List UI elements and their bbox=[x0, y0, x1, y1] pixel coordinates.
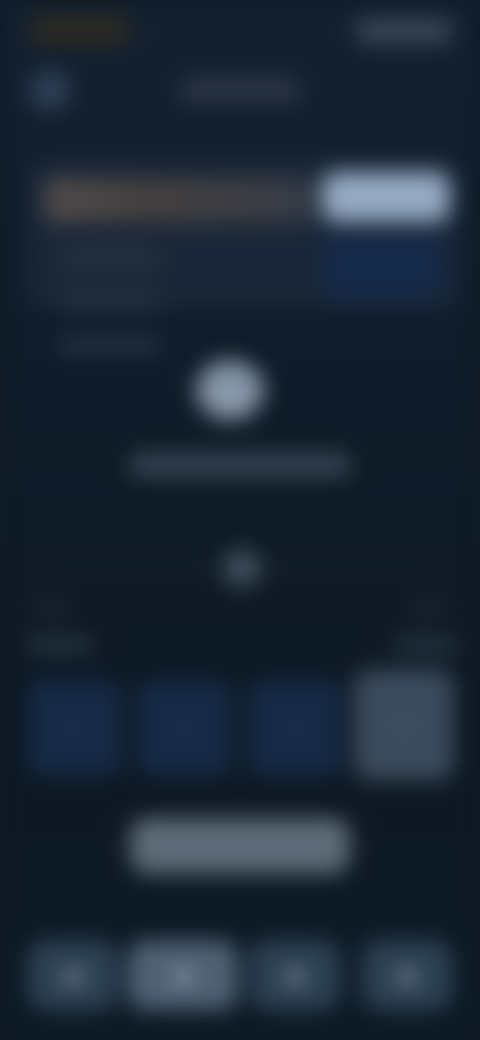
option-tile[interactable]: ◦ bbox=[138, 680, 232, 776]
slider-max-tick bbox=[410, 600, 450, 612]
header: ‹ bbox=[0, 60, 480, 120]
card-name bbox=[44, 178, 314, 222]
option-icon: ◦ bbox=[398, 713, 410, 737]
nav-item[interactable]: ▪ bbox=[250, 940, 340, 1010]
nav-icon: ▪ bbox=[66, 963, 80, 987]
nav-icon: ▪ bbox=[176, 963, 190, 987]
info-line bbox=[60, 248, 160, 266]
slider-min-tick bbox=[30, 600, 70, 612]
status-bar bbox=[0, 0, 480, 60]
option-icon: ◦ bbox=[289, 716, 301, 740]
primary-action-button[interactable] bbox=[130, 818, 350, 874]
range-label-right bbox=[394, 636, 458, 654]
option-icon: ◦ bbox=[179, 716, 191, 740]
info-line bbox=[60, 336, 160, 354]
option-tile[interactable]: ◦ bbox=[248, 680, 342, 776]
dot-icon: • bbox=[237, 558, 247, 577]
nav-item[interactable]: ▪ bbox=[362, 940, 452, 1010]
info-list bbox=[60, 248, 160, 378]
nav-item-active[interactable]: ▪ bbox=[128, 940, 238, 1010]
chevron-left-icon: ‹ bbox=[45, 77, 55, 103]
bottom-nav: ▪ ▪ ▪ ▪ bbox=[28, 940, 458, 1010]
center-caption bbox=[130, 452, 350, 478]
back-button[interactable]: ‹ bbox=[28, 68, 72, 112]
info-line bbox=[60, 292, 160, 310]
option-tile[interactable]: ◦ bbox=[28, 680, 122, 776]
option-row: ◦ ◦ ◦ ◦ bbox=[28, 670, 458, 780]
nav-item[interactable]: ▪ bbox=[28, 940, 118, 1010]
status-right-pill bbox=[356, 18, 452, 44]
card-action-button[interactable] bbox=[322, 172, 450, 222]
card-panel bbox=[324, 234, 442, 298]
nav-icon: ▪ bbox=[288, 963, 302, 987]
range-label-left bbox=[28, 636, 92, 654]
app-screen: ‹ ◡ • ◦ ◦ ◦ ◦ ▪ ▪ ▪ ▪ bbox=[0, 0, 480, 1040]
slider[interactable]: • bbox=[30, 548, 450, 588]
status-left-pill bbox=[30, 14, 130, 46]
slider-handle[interactable]: • bbox=[222, 548, 262, 588]
nav-icon: ▪ bbox=[400, 963, 414, 987]
gauge-icon: ◡ bbox=[196, 360, 264, 420]
page-title bbox=[180, 76, 300, 104]
option-icon: ◦ bbox=[69, 716, 81, 740]
option-tile-selected[interactable]: ◦ bbox=[354, 670, 454, 780]
